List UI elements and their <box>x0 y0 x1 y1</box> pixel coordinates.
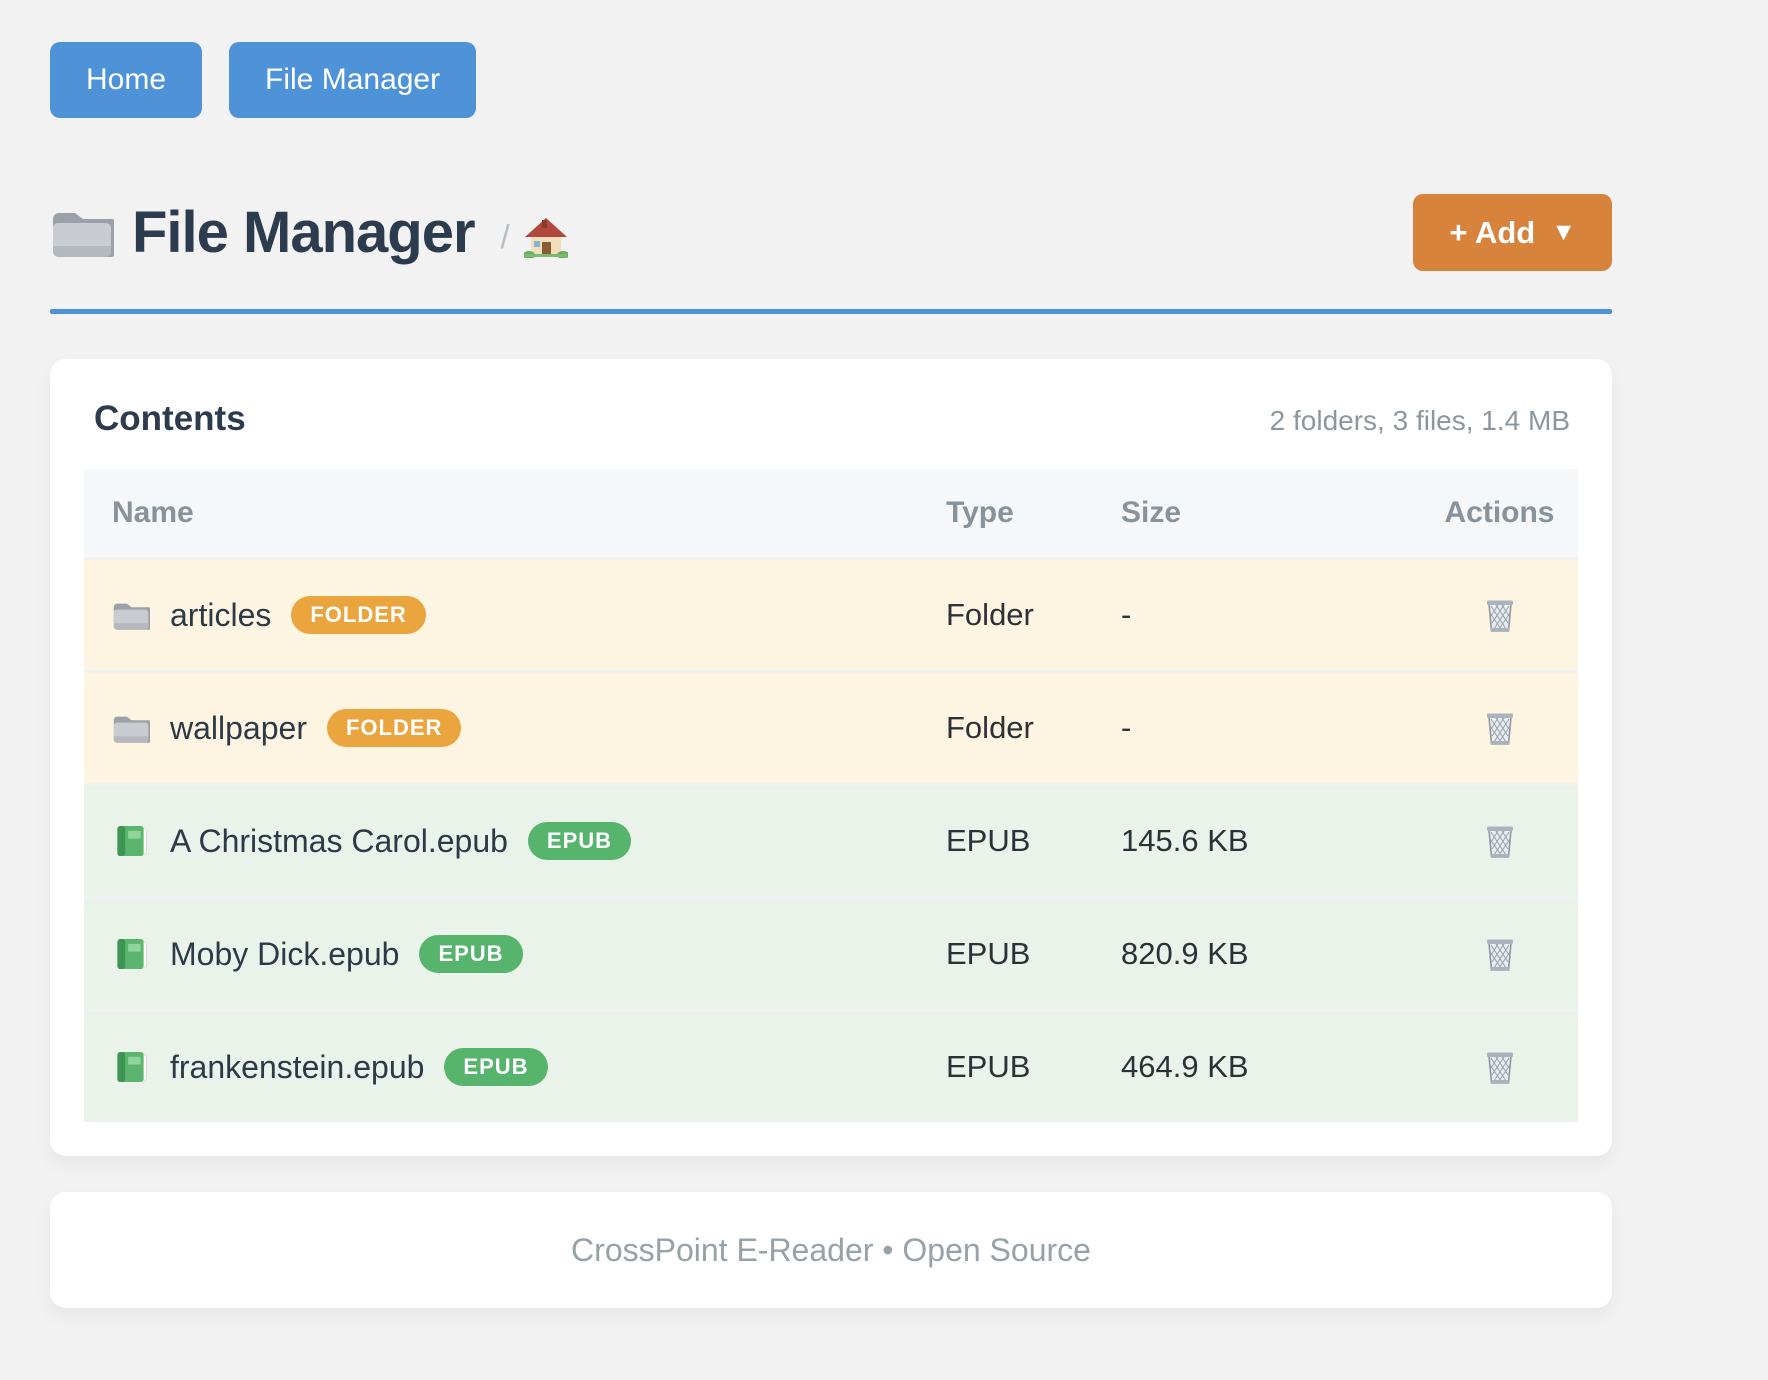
page-header: File Manager / + Add ▼ <box>50 194 1612 271</box>
folder-icon <box>112 599 150 632</box>
table-header-row: Name Type Size Actions <box>84 469 1578 557</box>
file-name[interactable]: Moby Dick.epub <box>170 936 399 973</box>
column-header-size: Size <box>1121 496 1421 530</box>
file-type: EPUB <box>946 936 1121 972</box>
breadcrumb-separator: / <box>501 218 510 256</box>
trash-icon <box>1482 595 1518 635</box>
file-table: Name Type Size Actions articles FOLDER F… <box>84 469 1578 1122</box>
footer-card: CrossPoint E-Reader • Open Source <box>50 1192 1612 1308</box>
folder-badge: FOLDER <box>327 709 461 747</box>
delete-button[interactable] <box>1478 817 1522 865</box>
contents-title: Contents <box>94 399 246 439</box>
title-wrap: File Manager / <box>50 199 568 266</box>
file-manager-button[interactable]: File Manager <box>229 42 476 118</box>
file-size: - <box>1121 710 1421 746</box>
delete-button[interactable] <box>1478 930 1522 978</box>
header-divider <box>50 309 1612 314</box>
add-button-label: + Add <box>1449 217 1535 248</box>
column-header-type: Type <box>946 496 1121 530</box>
trash-icon <box>1482 934 1518 974</box>
file-size: 464.9 KB <box>1121 1049 1421 1085</box>
table-row[interactable]: A Christmas Carol.epub EPUB EPUB 145.6 K… <box>84 783 1578 896</box>
top-nav: Home File Manager <box>50 42 1612 118</box>
footer-text: CrossPoint E-Reader • Open Source <box>571 1232 1091 1269</box>
chevron-down-icon: ▼ <box>1551 220 1576 245</box>
table-row[interactable]: wallpaper FOLDER Folder - <box>84 670 1578 783</box>
column-header-actions: Actions <box>1421 496 1578 530</box>
trash-icon <box>1482 708 1518 748</box>
column-header-name: Name <box>84 496 946 530</box>
file-type: EPUB <box>946 823 1121 859</box>
book-icon <box>112 938 150 971</box>
folder-badge: FOLDER <box>291 596 425 634</box>
page-title: File Manager <box>132 199 475 266</box>
contents-card: Contents 2 folders, 3 files, 1.4 MB Name… <box>50 359 1612 1156</box>
table-row[interactable]: frankenstein.epub EPUB EPUB 464.9 KB <box>84 1009 1578 1122</box>
contents-summary: 2 folders, 3 files, 1.4 MB <box>1270 405 1570 437</box>
home-icon[interactable] <box>524 216 568 258</box>
file-name[interactable]: articles <box>170 597 271 634</box>
file-size: 145.6 KB <box>1121 823 1421 859</box>
folder-icon <box>50 205 114 261</box>
trash-icon <box>1482 1047 1518 1087</box>
file-name[interactable]: A Christmas Carol.epub <box>170 823 508 860</box>
file-size: 820.9 KB <box>1121 936 1421 972</box>
file-size: - <box>1121 597 1421 633</box>
table-row[interactable]: Moby Dick.epub EPUB EPUB 820.9 KB <box>84 896 1578 1009</box>
file-type: EPUB <box>946 1049 1121 1085</box>
book-icon <box>112 1051 150 1084</box>
epub-badge: EPUB <box>444 1048 547 1086</box>
epub-badge: EPUB <box>528 822 631 860</box>
trash-icon <box>1482 821 1518 861</box>
file-name[interactable]: frankenstein.epub <box>170 1049 424 1086</box>
file-type: Folder <box>946 597 1121 633</box>
add-button[interactable]: + Add ▼ <box>1413 194 1612 271</box>
epub-badge: EPUB <box>419 935 522 973</box>
file-name[interactable]: wallpaper <box>170 710 307 747</box>
table-row[interactable]: articles FOLDER Folder - <box>84 557 1578 670</box>
contents-card-head: Contents 2 folders, 3 files, 1.4 MB <box>84 393 1578 439</box>
delete-button[interactable] <box>1478 704 1522 752</box>
delete-button[interactable] <box>1478 591 1522 639</box>
delete-button[interactable] <box>1478 1043 1522 1091</box>
page: Home File Manager File Manager / + Add ▼… <box>50 0 1612 1308</box>
book-icon <box>112 825 150 858</box>
file-type: Folder <box>946 710 1121 746</box>
home-button[interactable]: Home <box>50 42 202 118</box>
folder-icon <box>112 712 150 745</box>
